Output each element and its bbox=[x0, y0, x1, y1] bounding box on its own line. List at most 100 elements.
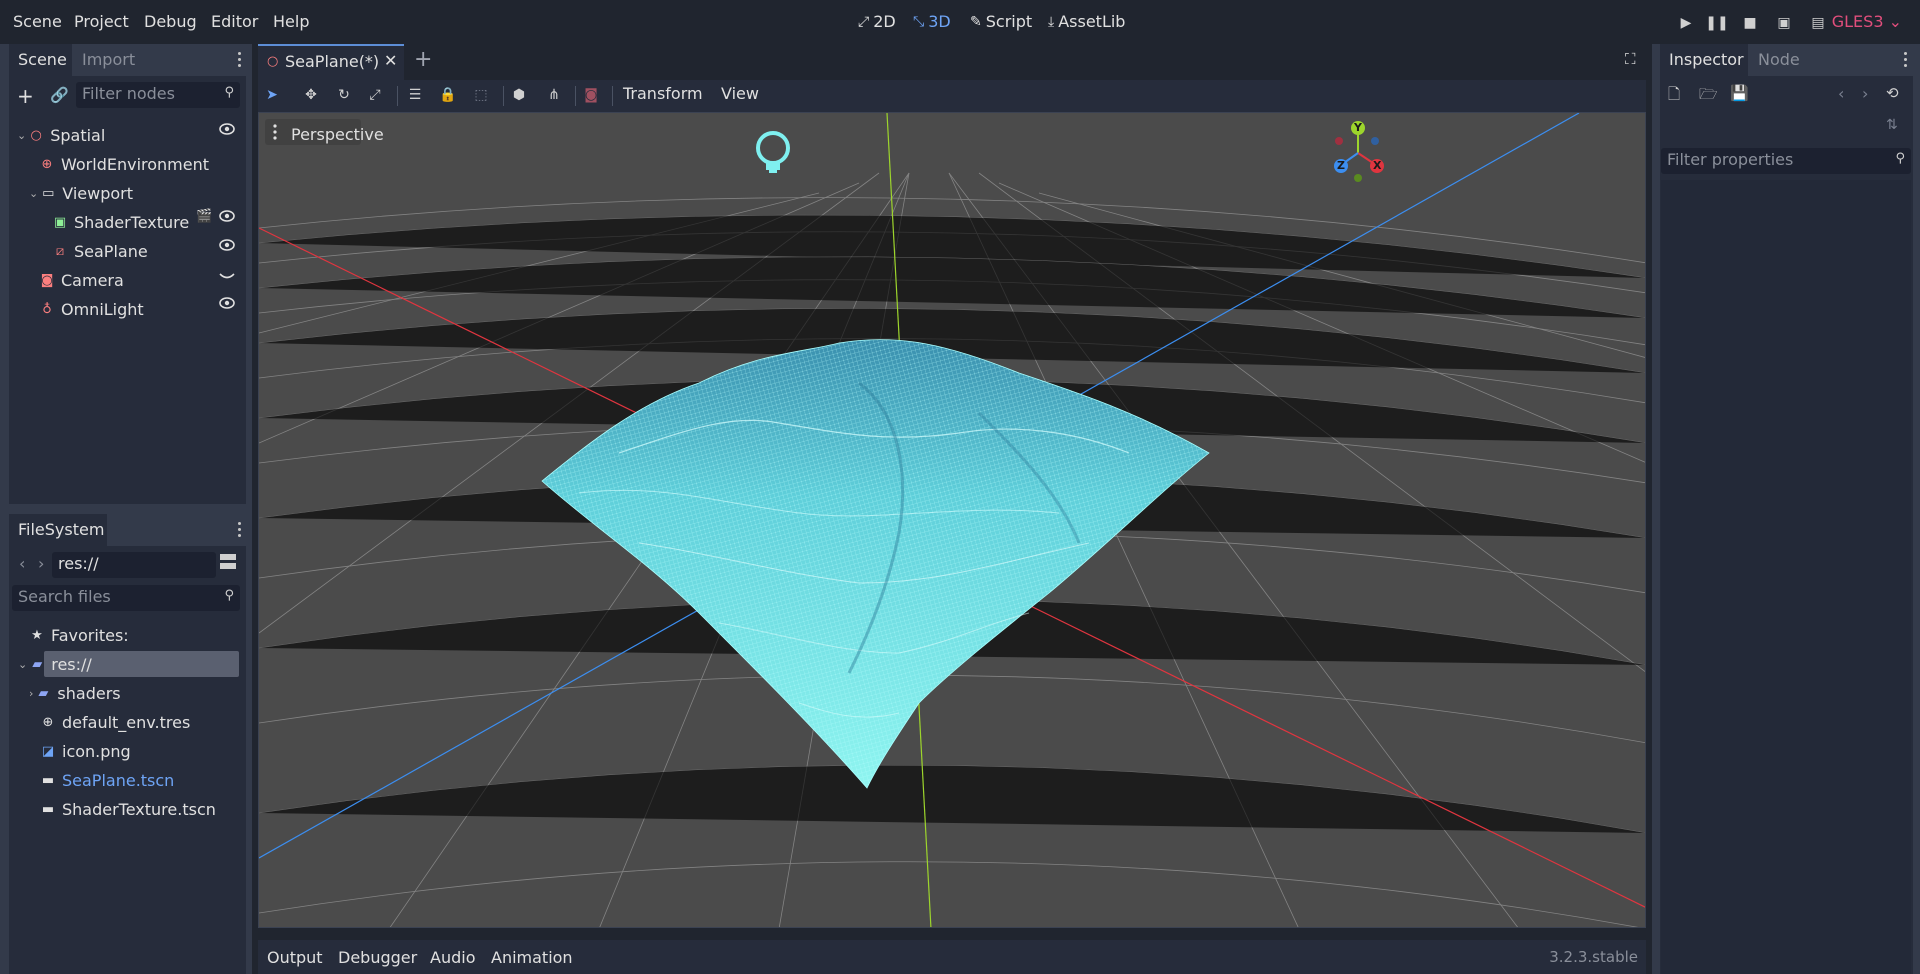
play-scene-icon[interactable]: ▣ bbox=[1775, 14, 1793, 32]
back-icon[interactable]: ‹ bbox=[19, 554, 25, 573]
scene-tabs-bar bbox=[258, 44, 1646, 80]
workspace-script-button[interactable]: ✎ Script bbox=[970, 12, 1032, 31]
visibility-eye-icon[interactable] bbox=[219, 297, 235, 309]
transform-menu[interactable]: Transform bbox=[623, 84, 703, 103]
renderer-selector[interactable]: GLES3 ⌄ bbox=[1832, 12, 1902, 31]
save-resource-icon[interactable]: 💾 bbox=[1730, 84, 1749, 102]
toolbar-separator bbox=[612, 86, 613, 106]
inspector-dock-menu-icon[interactable] bbox=[1904, 52, 1908, 67]
instance-scene-icon[interactable]: 🔗 bbox=[50, 86, 69, 104]
favorites-item[interactable]: ★ Favorites: bbox=[29, 623, 129, 647]
select-mode-icon[interactable]: ➤ bbox=[263, 86, 281, 104]
group-icon[interactable]: ⬚ bbox=[472, 86, 490, 104]
history-forward-icon[interactable]: › bbox=[1862, 84, 1868, 103]
close-icon[interactable]: ✕ bbox=[384, 51, 397, 70]
menu-project[interactable]: Project bbox=[74, 12, 129, 31]
workspace-assetlib-button[interactable]: ⤓ AssetLib bbox=[1048, 12, 1125, 31]
tab-animation[interactable]: Animation bbox=[491, 948, 573, 967]
texture-rect-icon: ▣ bbox=[53, 214, 67, 230]
tab-debugger[interactable]: Debugger bbox=[338, 948, 417, 967]
rotate-mode-icon[interactable]: ↻ bbox=[335, 86, 353, 104]
fs-item-default-env[interactable]: ⊕ default_env.tres bbox=[40, 710, 191, 734]
workspace-3d-button[interactable]: ⤡ 3D bbox=[913, 12, 951, 31]
chevron-down-icon[interactable]: ⌄ bbox=[17, 129, 26, 142]
folder-icon: ▰ bbox=[32, 656, 43, 672]
search-files-input[interactable]: Search files ⚲ bbox=[12, 585, 240, 611]
scale-mode-icon[interactable]: ⤢ bbox=[366, 86, 384, 104]
workspace-2d-button[interactable]: ⤢ 2D bbox=[858, 12, 896, 31]
tab-filesystem[interactable]: FileSystem bbox=[9, 514, 107, 546]
history-back-icon[interactable]: ‹ bbox=[1838, 84, 1844, 103]
tree-node-worldenvironment[interactable]: ⊕ WorldEnvironment bbox=[39, 152, 209, 176]
menu-editor[interactable]: Editor bbox=[211, 12, 258, 31]
clapboard-icon[interactable]: 🎬 bbox=[196, 209, 212, 224]
tree-node-omnilight[interactable]: ♁ OmniLight bbox=[39, 297, 143, 321]
stop-icon[interactable]: ■ bbox=[1741, 14, 1759, 32]
scene-dock-menu-icon[interactable] bbox=[238, 52, 242, 67]
tree-node-camera[interactable]: ◙ Camera bbox=[39, 268, 124, 292]
tree-node-spatial[interactable]: ⌄ ○ Spatial bbox=[17, 123, 105, 147]
visibility-eye-icon[interactable] bbox=[219, 239, 235, 251]
object-history-icon[interactable]: ⟲ bbox=[1886, 84, 1899, 102]
scene-tab-seaplane[interactable]: ○ SeaPlane(*) ✕ bbox=[258, 44, 404, 80]
tree-node-shadertexture[interactable]: ▣ ShaderTexture bbox=[52, 210, 189, 234]
camera-override-icon[interactable]: ◙ bbox=[582, 86, 600, 104]
property-tools-icon[interactable]: ⇅ bbox=[1886, 117, 1898, 133]
fs-item-shadertexture-tscn[interactable]: ▬ ShaderTexture.tscn bbox=[40, 797, 216, 821]
move-mode-icon[interactable]: ✥ bbox=[302, 86, 320, 104]
tab-output[interactable]: Output bbox=[267, 948, 323, 967]
mesh-instance-icon: ⧄ bbox=[55, 243, 65, 259]
new-resource-icon[interactable]: 🗋 bbox=[1668, 84, 1680, 109]
list-select-icon[interactable]: ☰ bbox=[406, 86, 424, 104]
tab-scene[interactable]: Scene bbox=[9, 44, 72, 76]
tree-node-seaplane[interactable]: ⧄ SeaPlane bbox=[52, 239, 148, 263]
viewport-3d[interactable]: Perspective Y Z X bbox=[258, 112, 1646, 928]
split-mode-icon[interactable] bbox=[220, 554, 238, 572]
filter-nodes-input[interactable]: Filter nodes ⚲ bbox=[76, 82, 240, 108]
fs-item-icon-png[interactable]: ◪ icon.png bbox=[40, 739, 131, 763]
chevron-down-icon[interactable]: ⌄ bbox=[29, 187, 38, 200]
fs-item-res[interactable]: ⌄ ▰ res:// bbox=[18, 652, 92, 676]
play-custom-scene-icon[interactable]: ▤ bbox=[1809, 14, 1827, 32]
menu-scene[interactable]: Scene bbox=[13, 12, 62, 31]
chevron-down-icon[interactable]: ⌄ bbox=[18, 658, 27, 671]
folder-icon: ▰ bbox=[38, 685, 49, 701]
visibility-eye-icon[interactable] bbox=[219, 210, 235, 222]
visibility-eye-icon[interactable] bbox=[219, 123, 235, 135]
spatial-icon: ○ bbox=[30, 127, 42, 143]
3d-icon: ⤡ bbox=[913, 13, 925, 30]
tab-inspector[interactable]: Inspector bbox=[1660, 44, 1748, 76]
omni-light-icon: ♁ bbox=[42, 301, 52, 317]
environment-resource-icon: ⊕ bbox=[42, 714, 54, 730]
pause-icon[interactable]: ❚❚ bbox=[1705, 14, 1728, 32]
omni-light-gizmo[interactable] bbox=[756, 131, 790, 173]
script-icon: ✎ bbox=[970, 13, 982, 30]
tab-import[interactable]: Import bbox=[73, 44, 144, 76]
add-scene-tab-icon[interactable]: + bbox=[414, 47, 432, 72]
fs-item-shaders[interactable]: › ▰ shaders bbox=[29, 681, 121, 705]
lock-icon[interactable]: 🔒 bbox=[439, 86, 457, 104]
tab-audio[interactable]: Audio bbox=[430, 948, 475, 967]
distraction-free-icon[interactable]: ⛶ bbox=[1625, 50, 1636, 68]
play-icon[interactable]: ▶ bbox=[1677, 14, 1695, 32]
snap-icon[interactable]: ⋔ bbox=[545, 86, 563, 104]
search-icon: ⚲ bbox=[224, 85, 234, 100]
fs-item-seaplane-tscn[interactable]: ▬ SeaPlane.tscn bbox=[40, 768, 174, 792]
add-node-icon[interactable]: + bbox=[17, 84, 34, 108]
gizmo-y-label: Y bbox=[1354, 121, 1362, 134]
tab-node[interactable]: Node bbox=[1749, 44, 1809, 76]
camera-preview-toggle-icon[interactable] bbox=[219, 272, 235, 280]
chevron-right-icon[interactable]: › bbox=[29, 687, 33, 700]
local-space-icon[interactable]: ⬢ bbox=[510, 86, 528, 104]
forward-icon[interactable]: › bbox=[38, 554, 44, 573]
view-menu[interactable]: View bbox=[721, 84, 759, 103]
perspective-label: Perspective bbox=[291, 125, 384, 144]
tree-node-viewport[interactable]: ⌄ ▭ Viewport bbox=[29, 181, 133, 205]
menu-debug[interactable]: Debug bbox=[144, 12, 197, 31]
viewport-scene[interactable] bbox=[259, 113, 1646, 928]
filesystem-dock-menu-icon[interactable] bbox=[238, 522, 242, 537]
path-field[interactable]: res:// bbox=[52, 552, 216, 578]
filter-properties-input[interactable]: Filter properties ⚲ bbox=[1661, 148, 1911, 174]
menu-help[interactable]: Help bbox=[273, 12, 309, 31]
load-resource-icon[interactable]: 🗁 bbox=[1699, 84, 1718, 109]
